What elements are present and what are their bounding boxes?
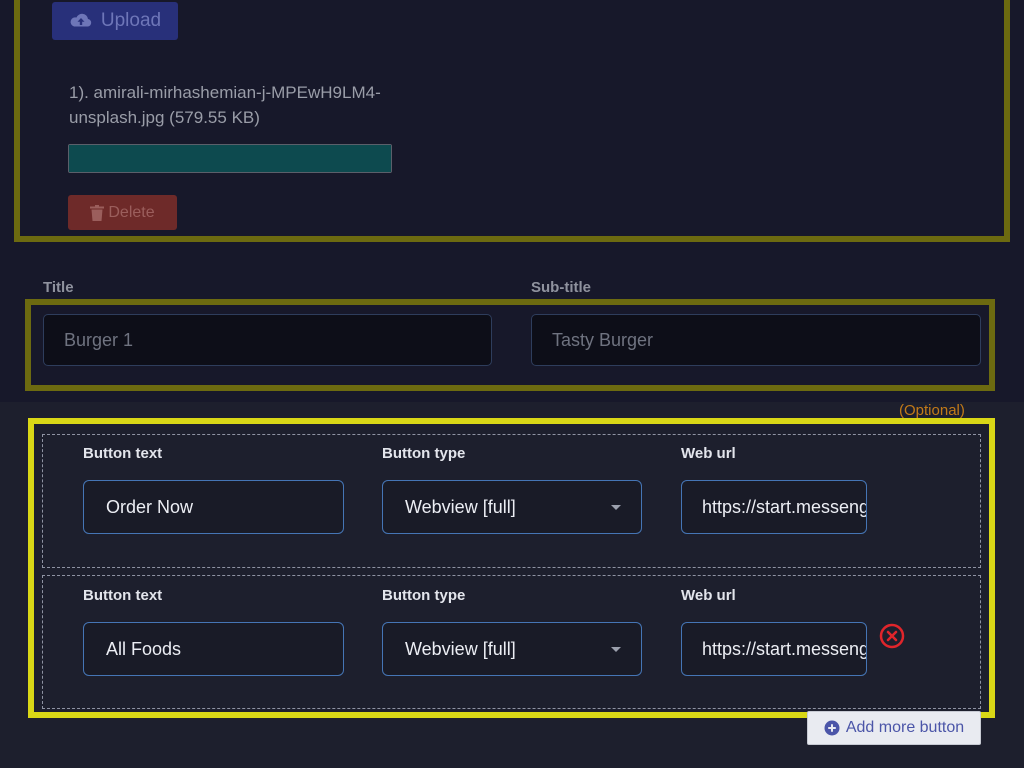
plus-circle-icon: [824, 720, 840, 736]
upload-button[interactable]: Upload: [52, 2, 178, 40]
title-input[interactable]: [43, 314, 492, 366]
chevron-down-icon: [611, 647, 621, 652]
upload-progress-bar: [68, 144, 392, 173]
remove-row-icon[interactable]: [879, 623, 905, 649]
add-more-button[interactable]: Add more button: [807, 711, 981, 745]
web-url-input[interactable]: https://start.messenger: [681, 622, 867, 676]
web-url-label: Web url: [681, 445, 736, 462]
web-url-input[interactable]: https://start.messenger: [681, 480, 867, 534]
upload-progress-fill: [69, 145, 391, 172]
button-row: Button text Button type Web url All Food…: [42, 575, 981, 709]
button-text-input[interactable]: All Foods: [83, 622, 344, 676]
add-more-label: Add more button: [845, 719, 965, 736]
button-type-select[interactable]: Webview [full]: [382, 622, 642, 676]
optional-label: (Optional): [899, 402, 965, 419]
uploaded-file-name: 1). amirali-mirhashemian-j-MPEwH9LM4-uns…: [69, 83, 381, 127]
delete-file-button[interactable]: Delete: [68, 195, 177, 230]
subtitle-input[interactable]: [531, 314, 981, 366]
trash-icon: [90, 204, 105, 221]
button-type-select[interactable]: Webview [full]: [382, 480, 642, 534]
delete-button-label: Delete: [108, 203, 155, 221]
button-text-label: Button text: [83, 445, 163, 462]
button-text-label: Button text: [83, 587, 163, 604]
button-type-value: Webview [full]: [405, 638, 516, 659]
upload-button-label: Upload: [100, 10, 162, 31]
button-type-label: Button type: [382, 587, 466, 604]
button-type-value: Webview [full]: [405, 496, 516, 517]
button-type-label: Button type: [382, 445, 466, 462]
chevron-down-icon: [611, 505, 621, 510]
subtitle-label: Sub-title: [531, 279, 591, 296]
title-label: Title: [43, 279, 74, 296]
button-row: Button text Button type Web url Order No…: [42, 434, 981, 568]
web-url-label: Web url: [681, 587, 736, 604]
button-text-input[interactable]: Order Now: [83, 480, 344, 534]
cloud-upload-icon: [70, 13, 92, 27]
